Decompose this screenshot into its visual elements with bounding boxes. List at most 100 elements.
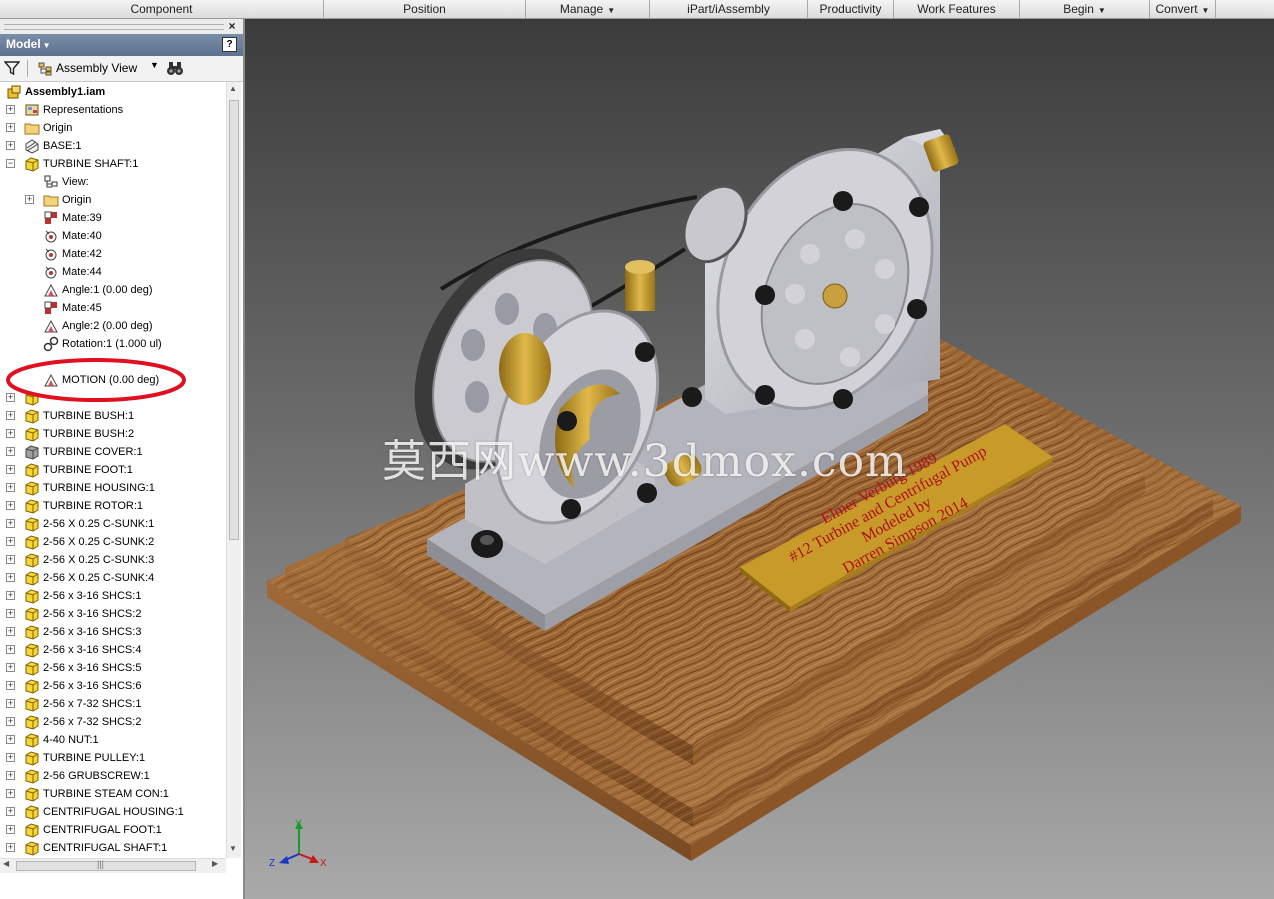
tree-item[interactable]: + Representations: [0, 101, 226, 119]
expand-icon[interactable]: +: [6, 699, 15, 708]
expand-icon[interactable]: +: [6, 141, 15, 150]
tree-item[interactable]: Mate:42: [0, 245, 226, 263]
tree-item[interactable]: +2-56 x 3-16 SHCS:3: [0, 623, 226, 641]
close-icon[interactable]: ×: [226, 19, 238, 33]
expand-icon[interactable]: +: [6, 123, 15, 132]
tree-item[interactable]: + CENTRIFUGAL FOOT:1: [0, 821, 226, 839]
binoculars-icon[interactable]: [166, 59, 184, 77]
tree-item[interactable]: + Origin: [0, 119, 226, 137]
expand-icon[interactable]: +: [6, 447, 15, 456]
tree-item[interactable]: +2-56 x 7-32 SHCS:2: [0, 713, 226, 731]
tree-item[interactable]: +2-56 x 3-16 SHCS:5: [0, 659, 226, 677]
tree-item[interactable]: +2-56 X 0.25 C-SUNK:1: [0, 515, 226, 533]
tree-item[interactable]: Mate:39: [0, 209, 226, 227]
panel-title-menu[interactable]: Model ▼: [6, 37, 51, 51]
expand-icon[interactable]: +: [6, 825, 15, 834]
scroll-up-icon[interactable]: ▲: [229, 84, 237, 93]
expand-icon[interactable]: +: [6, 411, 15, 420]
expand-icon[interactable]: +: [6, 753, 15, 762]
help-icon[interactable]: ?: [222, 37, 237, 52]
expand-icon[interactable]: +: [6, 429, 15, 438]
tree-item[interactable]: +2-56 x 3-16 SHCS:1: [0, 587, 226, 605]
tree-item[interactable]: +2-56 x 3-16 SHCS:2: [0, 605, 226, 623]
tree-item[interactable]: Angle:1 (0.00 deg): [0, 281, 226, 299]
scroll-left-icon[interactable]: ◀: [3, 859, 9, 868]
tree-item[interactable]: Mate:45: [0, 299, 226, 317]
expand-icon[interactable]: +: [6, 735, 15, 744]
expand-icon[interactable]: +: [6, 555, 15, 564]
expand-icon[interactable]: +: [6, 843, 15, 852]
expand-icon[interactable]: +: [6, 573, 15, 582]
tree-item[interactable]: +2-56 X 0.25 C-SUNK:2: [0, 533, 226, 551]
expand-icon[interactable]: +: [6, 807, 15, 816]
collapse-icon[interactable]: −: [6, 159, 15, 168]
horizontal-scrollbar[interactable]: ◀ ||| ▶: [0, 858, 226, 873]
expand-icon[interactable]: +: [6, 519, 15, 528]
expand-icon[interactable]: +: [6, 771, 15, 780]
ribbon-tab-label: Position: [403, 2, 446, 16]
scroll-thumb[interactable]: [229, 100, 239, 540]
grip-lines: [4, 24, 224, 30]
expand-icon[interactable]: +: [6, 789, 15, 798]
part-icon: [25, 733, 39, 748]
ribbon-tab-convert[interactable]: Convert ▼: [1150, 0, 1216, 18]
scroll-thumb[interactable]: |||: [16, 859, 196, 871]
expand-icon[interactable]: +: [6, 483, 15, 492]
ribbon-tab-position[interactable]: Position: [324, 0, 526, 18]
tree-item[interactable]: +2-56 x 7-32 SHCS:1: [0, 695, 226, 713]
tree-item-label: TURBINE PULLEY:1: [43, 752, 146, 764]
tree-item[interactable]: + TURBINE HOUSING:1: [0, 479, 226, 497]
tree-item[interactable]: View:: [0, 173, 226, 191]
ribbon-tab-begin[interactable]: Begin ▼: [1020, 0, 1150, 18]
panel-grip[interactable]: ×: [0, 19, 243, 34]
expand-icon[interactable]: +: [6, 465, 15, 474]
tree-item[interactable]: Mate:40: [0, 227, 226, 245]
tree-item[interactable]: + TURBINE BUSH:2: [0, 425, 226, 443]
tree-item[interactable]: Angle:2 (0.00 deg): [0, 317, 226, 335]
vertical-scrollbar[interactable]: ▲ ▼: [226, 82, 241, 858]
ribbon-tab-ipart[interactable]: iPart/iAssembly: [650, 0, 808, 18]
tree-item[interactable]: + TURBINE COVER:1: [0, 443, 226, 461]
tree-item[interactable]: + CENTRIFUGAL HOUSING:1: [0, 803, 226, 821]
part-icon: [25, 751, 39, 766]
dropdown-arrow-icon: ▼: [42, 41, 51, 50]
expand-icon[interactable]: +: [25, 195, 34, 204]
expand-icon[interactable]: +: [6, 501, 15, 510]
scroll-down-icon[interactable]: ▼: [229, 844, 237, 853]
tree-item[interactable]: +2-56 x 3-16 SHCS:4: [0, 641, 226, 659]
filter-icon[interactable]: [4, 60, 20, 76]
tree-item[interactable]: + TURBINE STEAM CON:1: [0, 785, 226, 803]
tree-item[interactable]: +4-40 NUT:1: [0, 731, 226, 749]
tree-item[interactable]: +2-56 X 0.25 C-SUNK:4: [0, 569, 226, 587]
expand-icon[interactable]: +: [6, 681, 15, 690]
expand-icon[interactable]: +: [6, 591, 15, 600]
expand-icon[interactable]: +: [6, 663, 15, 672]
tree-item[interactable]: + TURBINE FOOT:1: [0, 461, 226, 479]
ribbon-tab-productivity[interactable]: Productivity: [808, 0, 894, 18]
ribbon-tab-component[interactable]: Component: [0, 0, 324, 18]
assembly-view-selector[interactable]: Assembly View: [38, 59, 137, 77]
expand-icon[interactable]: +: [6, 645, 15, 654]
tree-item[interactable]: + CENTRIFUGAL SHAFT:1: [0, 839, 226, 857]
tree-item[interactable]: +2-56 x 3-16 SHCS:6: [0, 677, 226, 695]
tree-item[interactable]: +2-56 GRUBSCREW:1: [0, 767, 226, 785]
tree-item[interactable]: + TURBINE PULLEY:1: [0, 749, 226, 767]
graphics-viewport[interactable]: Elmer Verburg 1989 #12 Turbine and Centr…: [245, 19, 1274, 899]
tree-item[interactable]: + BASE:1: [0, 137, 226, 155]
expand-icon[interactable]: +: [6, 627, 15, 636]
tree-item[interactable]: − TURBINE SHAFT:1: [0, 155, 226, 173]
ribbon-tab-manage[interactable]: Manage ▼: [526, 0, 650, 18]
tree-item[interactable]: + Origin: [0, 191, 226, 209]
tree-item[interactable]: +2-56 X 0.25 C-SUNK:3: [0, 551, 226, 569]
expand-icon[interactable]: +: [6, 537, 15, 546]
ribbon-tab-work-features[interactable]: Work Features: [894, 0, 1020, 18]
expand-icon[interactable]: +: [6, 717, 15, 726]
expand-icon[interactable]: +: [6, 609, 15, 618]
chevron-down-icon[interactable]: ▼: [150, 60, 159, 70]
expand-icon[interactable]: +: [6, 105, 15, 114]
tree-root[interactable]: Assembly1.iam: [0, 83, 226, 101]
tree-item[interactable]: Mate:44: [0, 263, 226, 281]
tree-item[interactable]: + TURBINE ROTOR:1: [0, 497, 226, 515]
part-icon: [25, 679, 39, 694]
scroll-right-icon[interactable]: ▶: [212, 859, 218, 868]
